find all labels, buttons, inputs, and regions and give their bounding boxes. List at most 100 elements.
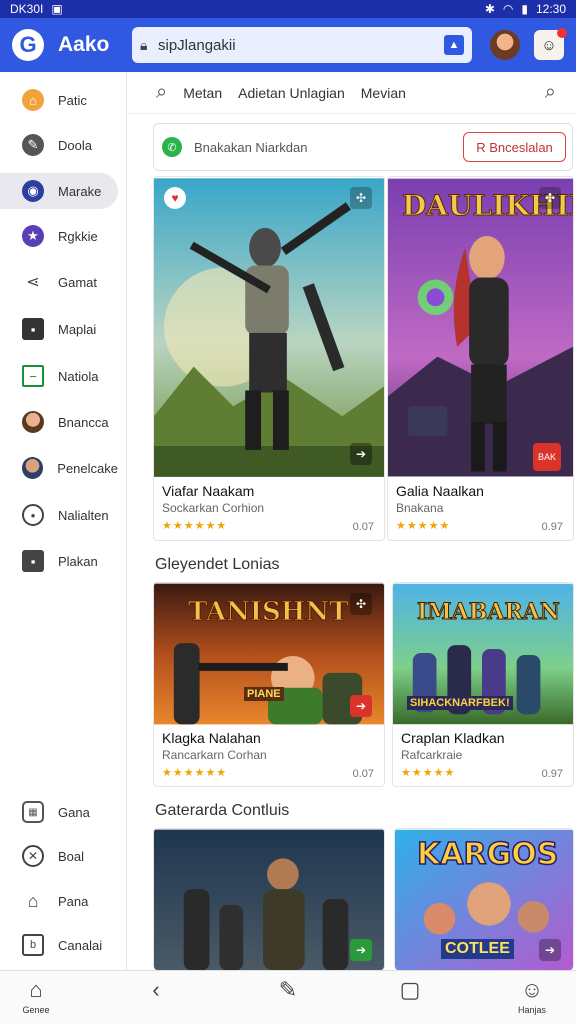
sidebar-item-natiola[interactable]: − Natiola [0, 358, 118, 394]
search-icon[interactable]: ⌕ [545, 81, 556, 104]
card-title: Galia Naalkan [396, 483, 484, 499]
sidebar-item-boal[interactable]: ✕ Boal [0, 838, 118, 874]
nav-back[interactable]: ‹ [126, 977, 186, 1005]
promo-button[interactable]: R Bnceslalan [463, 132, 566, 162]
nav-recents[interactable]: ▢ [380, 977, 440, 1005]
lock-icon: 🔒︎ [140, 36, 148, 53]
sidebar-item-label: Canalai [58, 937, 103, 953]
sidebar-item-label: Rgkkie [58, 228, 98, 244]
home-icon: ⌂ [22, 89, 44, 111]
user-avatar[interactable] [490, 30, 520, 60]
sidebar-item-label: Doola [58, 137, 92, 153]
house-icon: ⌂ [22, 890, 44, 912]
status-time-left: DK30I [10, 2, 44, 16]
expand-icon[interactable]: ➔ [350, 939, 372, 961]
expand-icon[interactable]: ➔ [539, 939, 561, 961]
app-bar: G Aako 🔒︎ ▲ ☺ [0, 18, 576, 72]
nav-label: Hanjas [517, 1005, 546, 1015]
game-card[interactable]: ➔ [153, 828, 385, 970]
sidebar-item-gamat[interactable]: ⋖ Gamat [0, 264, 118, 300]
card-count: 0.07 [352, 768, 374, 780]
controller-icon: ✣ [539, 187, 561, 209]
image-search-icon[interactable]: ▲ [444, 35, 464, 55]
sidebar-item-canalai[interactable]: b Canalai [0, 927, 118, 963]
sidebar-item-penelcake[interactable]: Penelcake [0, 450, 118, 486]
sidebar-item-plakan[interactable]: ▪ Plakan [0, 543, 118, 579]
pen-icon: ✎ [278, 977, 298, 1002]
calendar-icon: ▦ [22, 801, 44, 823]
sidebar-item-marake[interactable]: ◉ Marake [0, 173, 118, 209]
game-banner-text: KARGOS [416, 836, 559, 873]
square-icon: ▢ [399, 977, 421, 1002]
nav-profile[interactable]: ☺ Hanjas [502, 977, 562, 1015]
wifi-icon: ◠ [502, 2, 514, 16]
nav-edit[interactable]: ✎ [258, 977, 318, 1005]
card-count: 0.97 [541, 768, 563, 780]
controller-icon: ✣ [350, 593, 372, 615]
game-banner-text: TANISHNT [187, 597, 349, 628]
game-card[interactable]: KARGOS COTLEE ➔ [394, 828, 574, 970]
game-card[interactable]: TANISHNT PIANE ✣ ➔ Klagka Nalahan Rancar… [153, 582, 385, 787]
sidebar-item-label: Gana [58, 804, 90, 820]
sidebar-item-label: Pana [58, 893, 89, 909]
nav-home[interactable]: ⌂ Genee [6, 977, 66, 1015]
sidebar: ⌂ Patic ✎ Doola ◉ Marake ★ Rgkkie ⋖ Gama… [0, 72, 127, 970]
sidebar-item-nalialten[interactable]: • Nalialten [0, 497, 118, 533]
sidebar-item-label: Nalialten [58, 507, 109, 523]
search-input[interactable] [158, 36, 444, 54]
share-icon: ⋖ [22, 271, 44, 293]
sidebar-item-pana[interactable]: ⌂ Pana [0, 883, 118, 919]
bluetooth-icon: ✱ [484, 2, 495, 16]
game-card[interactable]: ♥ ✣ ➔ Viafar Naakam Sockarkan Corhion ★★… [153, 176, 385, 541]
app-logo-icon[interactable]: G [12, 29, 44, 61]
sidebar-item-bnancca[interactable]: Bnancca [0, 404, 118, 440]
game-banner-text: IMABARAN [417, 599, 561, 626]
nav-label: Genee [22, 1005, 50, 1015]
globe-icon: ◉ [22, 180, 44, 202]
profile-icon: ☺ [541, 36, 557, 54]
tools-icon: ✕ [22, 845, 44, 867]
card-rating: ★★★★★ [396, 520, 451, 532]
back-icon: ‹ [152, 977, 160, 1002]
tablet-icon: − [22, 365, 44, 387]
expand-icon[interactable]: ➔ [350, 695, 372, 717]
filter-tab-adietan[interactable]: Adietan Unlagian [238, 85, 345, 101]
chat-icon: • [22, 504, 44, 526]
sidebar-item-rgkkie[interactable]: ★ Rgkkie [0, 218, 118, 254]
section-title: Gleyendet Lonias [155, 556, 280, 573]
notifications-avatar[interactable]: ☺ [534, 28, 567, 60]
filter-bar: ⌕ Metan Adietan Unlagian Mevian ⌕ [128, 72, 576, 114]
search-box[interactable]: 🔒︎ ▲ [132, 27, 472, 63]
sidebar-item-doola[interactable]: ✎ Doola [0, 127, 118, 163]
filter-tab-mevian[interactable]: Mevian [361, 85, 406, 101]
card-title: Klagka Nalahan [162, 730, 261, 746]
promo-banner: ✆ Bnakakan Niarkdan R Bnceslalan [153, 123, 573, 171]
game-card[interactable]: DAULIKHILA ✣ BAK Galia Naalkan Bnakana ★… [387, 176, 574, 541]
card-subtitle: Rancarkarn Corhan [162, 748, 267, 762]
game-card[interactable]: IMABARAN SIHACKNARFBEK! Craplan Kladkan … [392, 582, 574, 787]
game-artwork [154, 178, 384, 477]
bottom-nav: ⌂ Genee ‹ ✎ ▢ ☺ Hanjas [0, 970, 576, 1024]
sidebar-item-gana[interactable]: ▦ Gana [0, 794, 118, 830]
bag-icon: ▪ [22, 318, 44, 340]
filter-tab-metan[interactable]: Metan [183, 85, 222, 101]
sidebar-item-maplai[interactable]: ▪ Maplai [0, 311, 118, 347]
sidebar-item-label: Penelcake [57, 460, 118, 476]
game-badge-text: COTLEE [441, 939, 514, 959]
status-time-right: 12:30 [535, 2, 566, 16]
person-icon: ☺ [520, 977, 544, 1002]
search-icon[interactable]: ⌕ [156, 81, 167, 104]
sidebar-item-label: Natiola [58, 368, 99, 384]
phone-icon: ✆ [162, 137, 182, 157]
card-rating: ★★★★★ [401, 767, 456, 779]
card-subtitle: Sockarkan Corhion [162, 501, 265, 515]
edit-icon: ✎ [22, 134, 44, 156]
game-badge-text: SIHACKNARFBEK! [407, 696, 513, 710]
battery-icon: ▮ [521, 2, 528, 16]
app-title: Aako [58, 33, 110, 56]
book-icon: b [22, 934, 44, 956]
expand-icon[interactable]: ➔ [350, 443, 372, 465]
sidebar-item-patic[interactable]: ⌂ Patic [0, 82, 118, 118]
notification-dot [557, 28, 567, 38]
game-artwork [388, 178, 573, 477]
